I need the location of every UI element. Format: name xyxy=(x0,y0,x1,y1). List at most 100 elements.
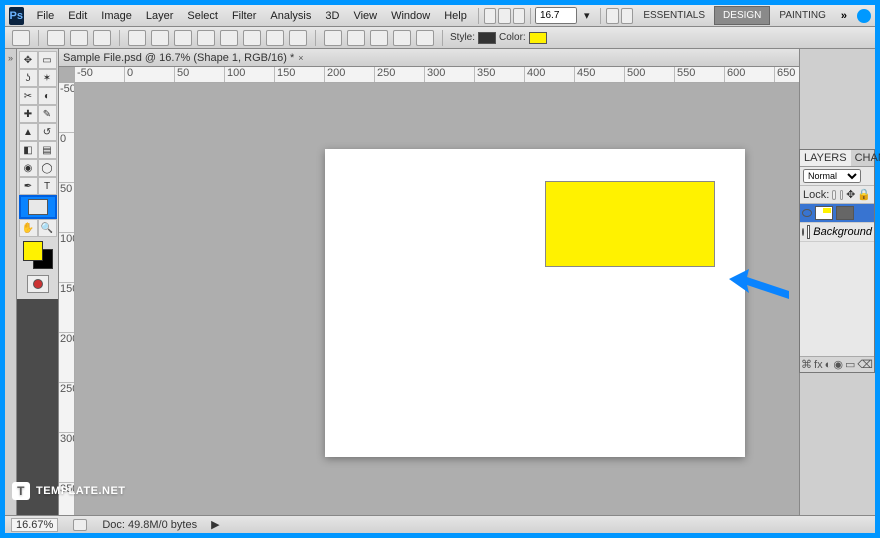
stamp-tool[interactable]: ▲ xyxy=(19,123,38,141)
layer-row[interactable] xyxy=(800,204,874,223)
tool-preset-icon[interactable] xyxy=(12,30,30,46)
workspace-essentials[interactable]: ESSENTIALS xyxy=(634,6,714,25)
zoom-input[interactable] xyxy=(535,7,577,24)
type-tool[interactable]: T xyxy=(38,177,57,195)
menu-window[interactable]: Window xyxy=(384,10,437,22)
shape-layers-icon[interactable] xyxy=(47,30,65,46)
visibility-toggle-icon[interactable] xyxy=(802,209,812,217)
style-swatch[interactable] xyxy=(478,32,496,44)
rectangle-icon[interactable] xyxy=(174,30,192,46)
lock-all-icon[interactable]: 🔒 xyxy=(857,188,871,201)
screen-mode-icon[interactable] xyxy=(621,8,634,24)
tab-layers[interactable]: LAYERS xyxy=(800,150,851,166)
collapsed-dock-left[interactable]: » xyxy=(5,49,17,515)
menu-view[interactable]: View xyxy=(346,10,384,22)
view-extras-icon[interactable] xyxy=(513,8,526,24)
lock-position-icon[interactable]: ✥ xyxy=(846,188,855,201)
launch-minibridge-icon[interactable] xyxy=(498,8,511,24)
pathop-subtract-icon[interactable] xyxy=(370,30,388,46)
custom-shape-icon[interactable] xyxy=(289,30,307,46)
crop-tool[interactable]: ✂ xyxy=(19,87,38,105)
history-brush-tool[interactable]: ↺ xyxy=(38,123,57,141)
lasso-tool[interactable]: ʖ xyxy=(19,69,38,87)
eraser-tool[interactable]: ◧ xyxy=(19,141,38,159)
lock-pixels-icon[interactable] xyxy=(840,190,843,200)
tools-panel: ✥▭ ʖ✶ ✂◐ ✚✎ ▲↺ ◧▤ ◉◯ ✒T ✋🔍 xyxy=(17,49,59,515)
close-tab-icon[interactable]: × xyxy=(298,53,303,63)
status-menu-arrow-icon[interactable]: ▶ xyxy=(211,518,219,531)
workspace-design[interactable]: DESIGN xyxy=(714,6,770,25)
menu-edit[interactable]: Edit xyxy=(61,10,94,22)
menu-help[interactable]: Help xyxy=(437,10,474,22)
layer-thumbnail[interactable] xyxy=(807,225,810,239)
gradient-tool[interactable]: ▤ xyxy=(38,141,57,159)
brush-tool[interactable]: ✎ xyxy=(38,105,57,123)
line-icon[interactable] xyxy=(266,30,284,46)
marquee-tool[interactable]: ▭ xyxy=(38,51,57,69)
freeform-pen-icon[interactable] xyxy=(151,30,169,46)
status-icon[interactable] xyxy=(73,519,87,531)
zoom-tool[interactable]: 🔍 xyxy=(38,219,57,237)
zoom-dropdown-icon[interactable]: ▾ xyxy=(577,9,597,22)
polygon-icon[interactable] xyxy=(243,30,261,46)
canvas-pane[interactable] xyxy=(75,83,799,515)
app-window: Ps File Edit Image Layer Select Filter A… xyxy=(5,5,875,533)
eyedropper-tool[interactable]: ◐ xyxy=(38,87,57,105)
link-layers-icon[interactable]: ⌘ xyxy=(801,358,812,371)
shape-rectangle[interactable] xyxy=(545,181,715,267)
menu-analysis[interactable]: Analysis xyxy=(263,10,318,22)
workspace-more-icon[interactable]: » xyxy=(835,10,853,22)
quick-mask-toggle[interactable] xyxy=(27,275,49,293)
new-layer-icon[interactable]: ▭ xyxy=(845,358,855,371)
cs-live-icon[interactable] xyxy=(857,9,871,23)
pathop-add-icon[interactable] xyxy=(347,30,365,46)
layer-style-icon[interactable]: fx xyxy=(814,359,823,371)
menu-layer[interactable]: Layer xyxy=(139,10,181,22)
status-zoom[interactable]: 16.67% xyxy=(11,518,58,532)
pathop-new-icon[interactable] xyxy=(324,30,342,46)
menu-image[interactable]: Image xyxy=(94,10,139,22)
blend-mode-row: Normal xyxy=(800,167,874,186)
fill-pixels-icon[interactable] xyxy=(93,30,111,46)
menu-filter[interactable]: Filter xyxy=(225,10,263,22)
ellipse-icon[interactable] xyxy=(220,30,238,46)
ruler-tick: 350 xyxy=(475,67,525,82)
workspace-painting[interactable]: PAINTING xyxy=(770,6,834,25)
pen-icon[interactable] xyxy=(128,30,146,46)
layer-mask-icon[interactable]: ◐ xyxy=(825,359,832,371)
menu-file[interactable]: File xyxy=(30,10,62,22)
hand-tool[interactable]: ✋ xyxy=(19,219,38,237)
foreground-color-swatch[interactable] xyxy=(23,241,43,261)
paths-icon[interactable] xyxy=(70,30,88,46)
menu-3d[interactable]: 3D xyxy=(318,10,346,22)
rounded-rect-icon[interactable] xyxy=(197,30,215,46)
quick-select-tool[interactable]: ✶ xyxy=(38,69,57,87)
layer-row[interactable]: Background xyxy=(800,223,874,242)
ruler-tick: -50 xyxy=(75,67,125,82)
pathop-exclude-icon[interactable] xyxy=(416,30,434,46)
color-swatches[interactable] xyxy=(23,241,53,269)
blend-mode-select[interactable]: Normal xyxy=(803,169,861,183)
pen-tool[interactable]: ✒ xyxy=(19,177,38,195)
canvas[interactable] xyxy=(325,149,745,457)
launch-bridge-icon[interactable] xyxy=(484,8,497,24)
delete-layer-icon[interactable]: ⌫ xyxy=(857,358,873,371)
blur-tool[interactable]: ◉ xyxy=(19,159,38,177)
pathop-intersect-icon[interactable] xyxy=(393,30,411,46)
layer-name[interactable]: Background xyxy=(813,226,872,238)
layer-thumbnail[interactable] xyxy=(815,206,833,220)
tab-channels[interactable]: CHANNEL xyxy=(851,150,880,166)
document-tab[interactable]: Sample File.psd @ 16.7% (Shape 1, RGB/16… xyxy=(59,49,799,67)
color-swatch[interactable] xyxy=(529,32,547,44)
visibility-toggle-icon[interactable] xyxy=(802,228,804,236)
move-tool[interactable]: ✥ xyxy=(19,51,38,69)
rectangle-shape-tool[interactable] xyxy=(19,195,57,219)
arrange-docs-icon[interactable] xyxy=(606,8,619,24)
lock-transparent-icon[interactable] xyxy=(832,190,835,200)
healing-tool[interactable]: ✚ xyxy=(19,105,38,123)
adjustment-layer-icon[interactable]: ◉ xyxy=(833,358,843,371)
dodge-tool[interactable]: ◯ xyxy=(38,159,57,177)
ruler-tick: 50 xyxy=(175,67,225,82)
layer-mask-thumbnail[interactable] xyxy=(836,206,854,220)
menu-select[interactable]: Select xyxy=(180,10,225,22)
